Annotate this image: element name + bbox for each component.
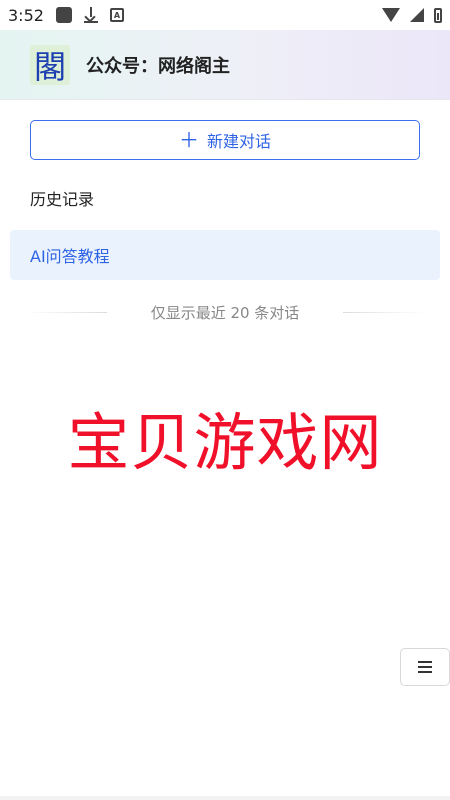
menu-button[interactable]	[400, 648, 450, 686]
divider	[25, 311, 107, 313]
new-chat-button[interactable]: ＋ 新建对话	[30, 120, 420, 160]
header-title: 公众号：网络阁主	[86, 55, 230, 77]
battery-icon	[434, 7, 442, 23]
history-limit-hint: 仅显示最近 20 条对话	[25, 300, 425, 324]
app-header: 閣 公众号：网络阁主	[0, 30, 450, 100]
watermark: 宝贝游戏网	[67, 406, 383, 479]
bottom-edge	[0, 796, 450, 800]
status-time: 3:52	[8, 5, 44, 25]
history-item[interactable]: AI问答教程	[10, 230, 440, 280]
logo: 閣	[30, 44, 70, 86]
history-limit-text: 仅显示最近 20 条对话	[150, 303, 300, 322]
divider	[343, 311, 425, 313]
new-chat-label: 新建对话	[206, 132, 271, 151]
history-item-label: AI问答教程	[30, 247, 110, 266]
plus-icon: ＋	[178, 128, 199, 152]
app-notification-icon	[55, 7, 72, 23]
status-bar: 3:52 A	[0, 0, 450, 30]
menu-list-icon	[418, 661, 432, 673]
wifi-icon	[382, 8, 400, 22]
history-heading: 历史记录	[30, 190, 95, 209]
signal-icon	[410, 8, 424, 22]
a-badge-icon: A	[109, 8, 124, 22]
download-icon	[83, 7, 98, 23]
